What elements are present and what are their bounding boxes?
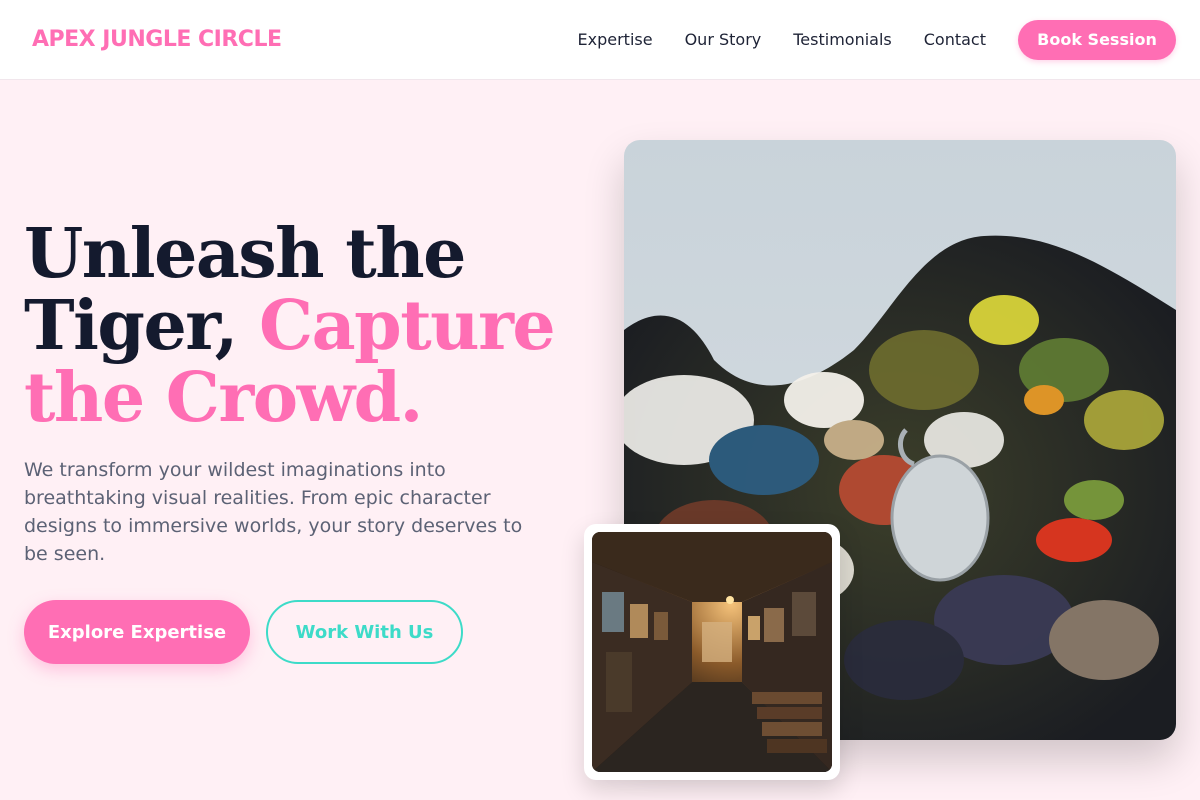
hero-description: We transform your wildest imaginations i… xyxy=(24,459,523,565)
book-session-button[interactable]: Book Session xyxy=(1018,19,1176,60)
nav-link-expertise[interactable]: Expertise xyxy=(578,30,653,49)
art-gallery-image xyxy=(592,532,832,772)
gallery-inset-card xyxy=(584,524,840,780)
nav-link-testimonials[interactable]: Testimonials xyxy=(793,30,892,49)
hero-title-line2-accent: Capture xyxy=(258,286,556,366)
explore-expertise-button[interactable]: Explore Expertise xyxy=(24,600,250,664)
site-header: APEX JUNGLE CIRCLE Expertise Our Story T… xyxy=(0,0,1200,80)
site-logo[interactable]: APEX JUNGLE CIRCLE xyxy=(32,27,282,52)
nav-link-our-story[interactable]: Our Story xyxy=(685,30,762,49)
hero-title: Unleash the Tiger, Capture the Crowd. xyxy=(24,218,584,434)
hero-title-line2-plain: Tiger, xyxy=(24,286,259,366)
main-nav: Expertise Our Story Testimonials Contact… xyxy=(546,19,1176,60)
hero-title-line1: Unleash the xyxy=(24,214,466,294)
work-with-us-button[interactable]: Work With Us xyxy=(266,600,463,664)
nav-link-contact[interactable]: Contact xyxy=(924,30,986,49)
hero-title-line3-accent: the Crowd. xyxy=(24,358,423,438)
